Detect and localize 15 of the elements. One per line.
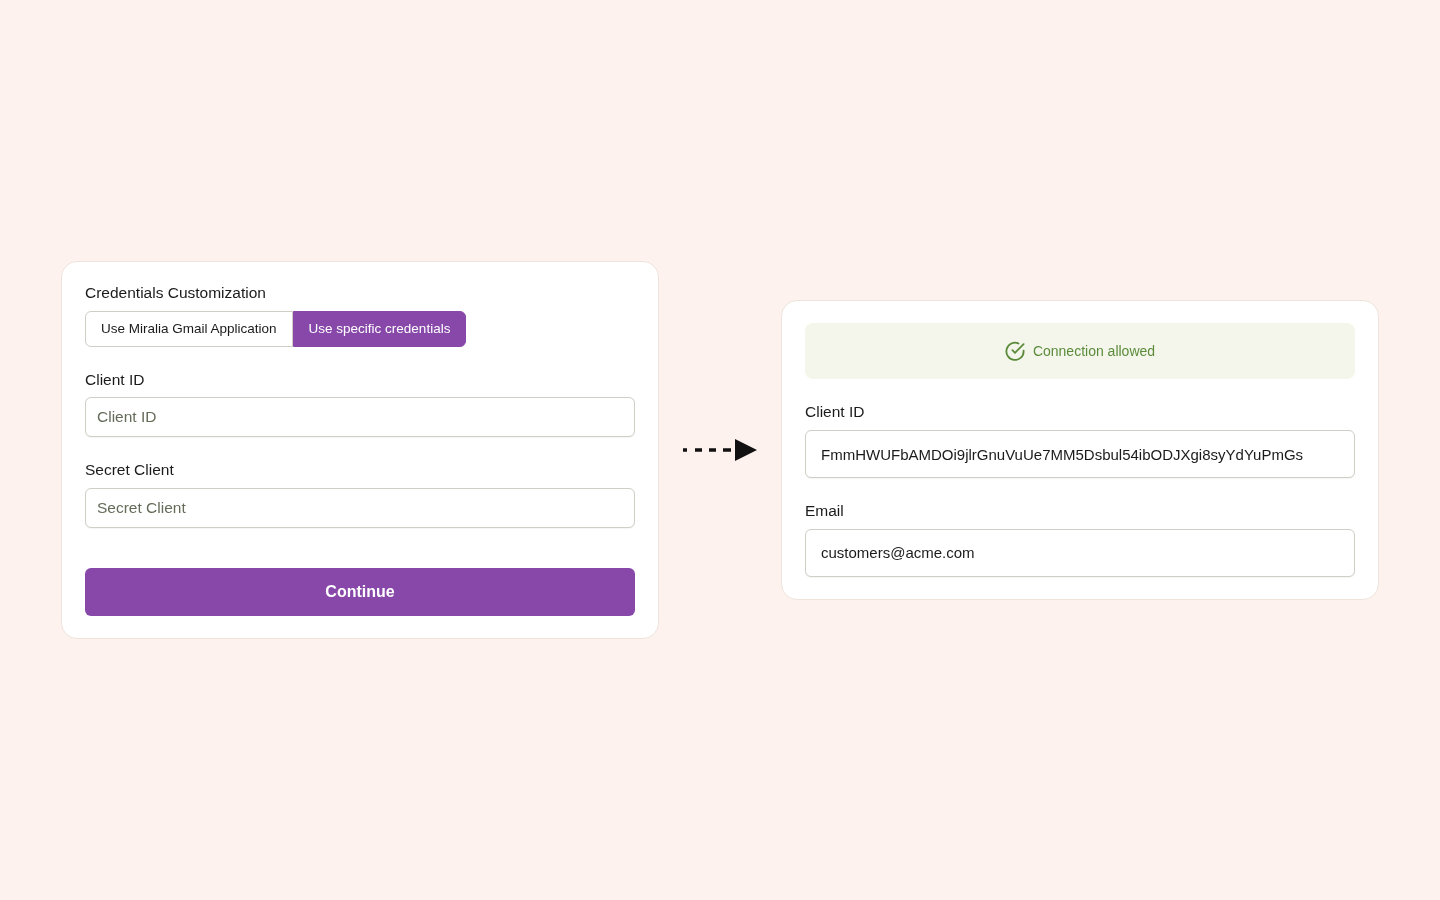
option-tab[interactable]: Use specific credentials [292, 310, 467, 347]
option-tab[interactable]: Use Miralia Gmail Application [85, 310, 293, 347]
input-field[interactable]: Client ID [85, 397, 635, 438]
input-field[interactable]: customers@acme.com [805, 528, 1355, 577]
dashed-arrow-icon [683, 439, 757, 461]
input-field[interactable]: Secret Client [85, 487, 635, 528]
input-field[interactable]: FmmHWUFbAMDOi9jlrGnuVuUe7MM5Dsbul54ibODJXgi8syYdYuPmGs [805, 430, 1355, 478]
field-label: Email [805, 502, 845, 521]
field-label: Client ID [805, 403, 866, 422]
section-label: Credentials Customization [85, 284, 267, 303]
check-circle-icon [1004, 341, 1025, 362]
field-label: Secret Client [85, 461, 175, 480]
continue-button[interactable]: Continue [85, 567, 635, 616]
field-label: Client ID [85, 370, 146, 390]
status-text: Connection allowed [1032, 341, 1156, 361]
